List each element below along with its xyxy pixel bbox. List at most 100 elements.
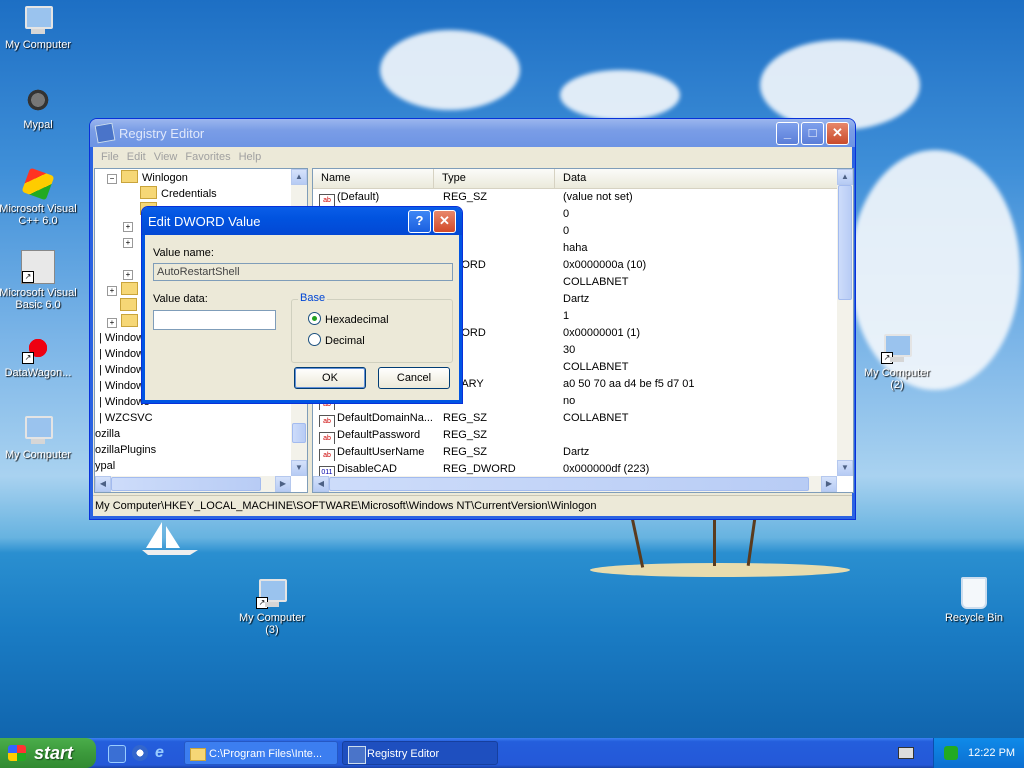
palm-tree: [746, 518, 757, 566]
system-tray: 12:22 PM: [933, 738, 1024, 768]
table-row[interactable]: ab DefaultDomainNa... REG_SZ COLLABNET: [313, 410, 853, 427]
quicklaunch-internet-explorer-icon[interactable]: e: [155, 745, 171, 761]
maximize-button[interactable]: □: [801, 121, 824, 145]
desktop-icon-visual-basic[interactable]: ↗ Microsoft Visual Basic 6.0: [0, 250, 78, 311]
tree-item-label: WZCSVC: [104, 412, 153, 424]
desktop-icon-mypal[interactable]: Mypal: [0, 84, 78, 131]
value-name-cell: ab (Default): [313, 189, 439, 206]
menu-favorites[interactable]: Favorites: [181, 151, 234, 163]
value-name-cell: ab DefaultPassword: [313, 427, 439, 444]
column-header-data[interactable]: Data: [555, 169, 843, 188]
expand-icon[interactable]: +: [123, 222, 133, 232]
tree-item-mozillaplugins[interactable]: ozillaPlugins: [95, 442, 307, 458]
expand-icon[interactable]: +: [107, 318, 117, 328]
tree-item-wzcsvc[interactable]: | WZCSVC: [95, 410, 307, 426]
value-data-cell: 1: [563, 310, 570, 322]
value-name-text: DisableCAD: [337, 463, 397, 475]
visual-cpp-icon: [21, 167, 55, 201]
table-row[interactable]: ab DefaultPassword REG_SZ: [313, 427, 853, 444]
menu-view[interactable]: View: [150, 151, 182, 163]
taskbar-item-label: C:\Program Files\Inte...: [209, 748, 323, 760]
column-header-name[interactable]: Name: [313, 169, 434, 188]
shortcut-arrow-icon: ↗: [881, 352, 893, 364]
string-value-icon: ab: [319, 194, 335, 206]
expand-icon[interactable]: +: [123, 238, 133, 248]
table-row[interactable]: ab (Default) REG_SZ (value not set): [313, 189, 853, 206]
expand-icon[interactable]: +: [107, 286, 117, 296]
keyboard-icon[interactable]: [898, 747, 914, 759]
dialog-titlebar[interactable]: Edit DWORD Value ? ✕: [142, 207, 462, 235]
mypal-raccoon-icon: [22, 84, 54, 116]
menu-file[interactable]: File: [97, 151, 123, 163]
tree-item-mypal[interactable]: ypal: [95, 458, 307, 474]
scroll-down-button[interactable]: ▼: [837, 460, 853, 476]
list-vertical-scrollbar[interactable]: ▲ ▼: [837, 169, 853, 476]
menu-edit[interactable]: Edit: [123, 151, 150, 163]
start-button[interactable]: start: [0, 738, 96, 768]
desktop-icon-my-computer-2[interactable]: My Computer: [0, 414, 78, 461]
collapse-icon[interactable]: −: [107, 174, 117, 184]
column-header-type[interactable]: Type: [434, 169, 555, 188]
value-name-cell: ab DefaultUserName: [313, 444, 439, 461]
scroll-thumb[interactable]: [292, 423, 306, 443]
scroll-right-button[interactable]: ▶: [821, 476, 837, 492]
desktop-icon-recycle-bin[interactable]: Recycle Bin: [934, 577, 1014, 624]
taskbar-item-program-files[interactable]: C:\Program Files\Inte...: [184, 741, 338, 765]
registry-editor-icon: [348, 746, 366, 764]
desktop-icon-visual-cpp[interactable]: Microsoft Visual C++ 6.0: [0, 167, 78, 227]
scroll-up-button[interactable]: ▲: [837, 169, 853, 185]
table-row[interactable]: ab DefaultUserName REG_SZ Dartz: [313, 444, 853, 461]
window-titlebar[interactable]: Registry Editor _ □ ✕: [90, 119, 855, 147]
ok-button[interactable]: OK: [294, 367, 366, 389]
taskbar-item-registry-editor[interactable]: Registry Editor: [342, 741, 498, 765]
value-data-cell: 30: [563, 344, 576, 356]
datawagon-icon: ↗: [22, 332, 54, 364]
quicklaunch-media-player-icon[interactable]: [132, 745, 148, 761]
desktop-icon-my-computer[interactable]: My Computer: [0, 4, 78, 51]
scroll-down-button[interactable]: ▼: [291, 460, 307, 476]
scroll-left-button[interactable]: ◀: [95, 476, 111, 492]
scroll-thumb[interactable]: [329, 477, 809, 491]
dialog-close-button[interactable]: ✕: [433, 209, 456, 233]
tree-item-label: Credentials: [161, 188, 217, 200]
computer-icon: [22, 414, 54, 446]
quicklaunch-show-desktop-icon[interactable]: [108, 745, 126, 763]
value-type-cell: REG_SZ: [443, 446, 488, 458]
help-button[interactable]: ?: [408, 209, 431, 233]
scroll-left-button[interactable]: ◀: [313, 476, 329, 492]
menu-help[interactable]: Help: [235, 151, 266, 163]
cloud: [560, 70, 680, 120]
minimize-button[interactable]: _: [776, 121, 799, 145]
value-data-cell: (value not set): [563, 191, 633, 203]
desktop-icon-my-computer-2-right[interactable]: ↗ My Computer (2): [856, 332, 938, 391]
network-icon[interactable]: [944, 746, 958, 760]
desktop-icon-datawagon[interactable]: ↗ DataWagon...: [0, 332, 78, 379]
scroll-up-button[interactable]: ▲: [291, 169, 307, 185]
list-horizontal-scrollbar[interactable]: ◀ ▶: [313, 476, 837, 492]
scroll-right-button[interactable]: ▶: [275, 476, 291, 492]
value-data-cell: [559, 427, 843, 444]
expand-icon[interactable]: +: [123, 270, 133, 280]
edit-dword-dialog[interactable]: Edit DWORD Value ? ✕ Value name: AutoRes…: [141, 206, 463, 404]
windows-logo-icon: [8, 745, 26, 761]
value-name-label: Value name:: [153, 247, 214, 259]
string-value-icon: ab: [319, 415, 335, 427]
cancel-button[interactable]: Cancel: [378, 367, 450, 389]
tree-item-credentials[interactable]: Credentials: [95, 186, 307, 202]
tree-item-winlogon[interactable]: − Winlogon: [95, 170, 307, 186]
desktop-icon-label: My Computer (2): [863, 367, 931, 391]
computer-icon: ↗: [256, 577, 288, 609]
hexadecimal-radio[interactable]: Hexadecimal: [308, 312, 389, 326]
scroll-thumb[interactable]: [838, 185, 852, 300]
desktop-icon-my-computer-3[interactable]: ↗ My Computer (3): [232, 577, 312, 636]
scroll-thumb[interactable]: [111, 477, 261, 491]
decimal-radio[interactable]: Decimal: [308, 333, 365, 347]
value-data-input[interactable]: [153, 310, 276, 330]
clock[interactable]: 12:22 PM: [968, 738, 1015, 768]
desktop-icon-label: Microsoft Visual C++ 6.0: [0, 203, 77, 227]
tree-horizontal-scrollbar[interactable]: ◀ ▶: [95, 476, 291, 492]
close-button[interactable]: ✕: [826, 121, 849, 145]
value-data-cell: 0x0000000a (10): [563, 259, 647, 271]
island: [590, 563, 850, 577]
tree-item-mozilla[interactable]: ozilla: [95, 426, 307, 442]
